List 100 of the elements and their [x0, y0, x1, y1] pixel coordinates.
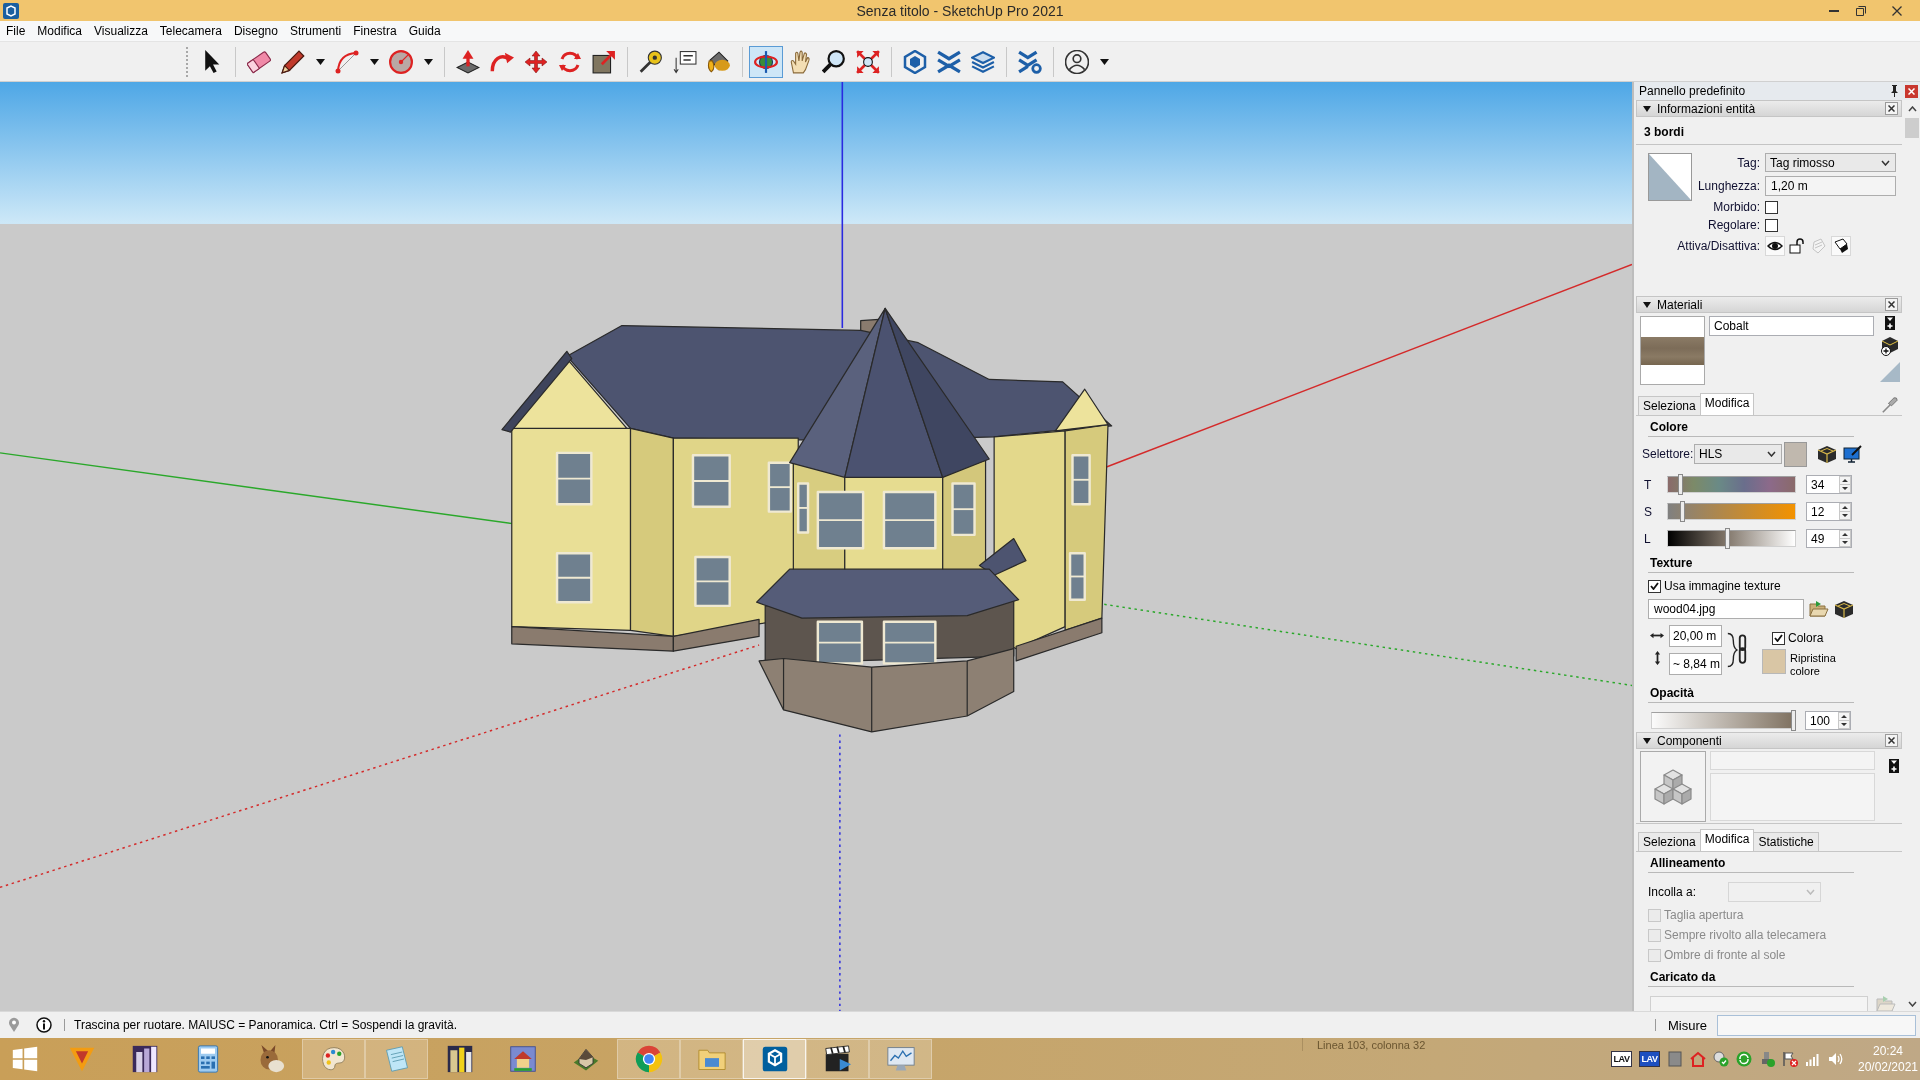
spinner-icon[interactable]: [1839, 530, 1851, 547]
bars-tile-icon: [445, 1045, 474, 1073]
number-field[interactable]: 49: [1806, 529, 1852, 548]
measurements-field[interactable]: [1717, 1014, 1916, 1036]
tray-logo[interactable]: LAV: [1639, 1051, 1660, 1067]
menu-item[interactable]: Strumenti: [283, 21, 348, 41]
menu-item[interactable]: Guida: [402, 21, 447, 41]
tab[interactable]: Seleziona: [1638, 832, 1701, 851]
taskbar-app[interactable]: [743, 1039, 806, 1079]
toggle-button[interactable]: [1765, 236, 1785, 256]
model-viewport[interactable]: [0, 82, 1632, 1011]
horizontal-arrows-icon: [1650, 632, 1664, 639]
color-slider[interactable]: [1667, 503, 1796, 520]
color-slider[interactable]: [1667, 530, 1796, 547]
tab[interactable]: Seleziona: [1638, 396, 1701, 415]
menu-item[interactable]: Modifica: [31, 21, 89, 41]
spinner-icon[interactable]: [1839, 476, 1851, 493]
material-preview: [1640, 316, 1705, 385]
number-field[interactable]: 34: [1806, 475, 1852, 494]
height-field[interactable]: ~ 8,84 m: [1669, 653, 1722, 675]
scroll-up-icon[interactable]: [1907, 106, 1917, 112]
location-pin-icon[interactable]: [8, 1017, 20, 1033]
box-icon[interactable]: [1817, 444, 1837, 464]
plug-check-icon[interactable]: [1759, 1051, 1775, 1067]
number-field[interactable]: 12: [1806, 502, 1852, 521]
checkbox[interactable]: [1648, 579, 1661, 593]
pin-icon[interactable]: [1890, 85, 1899, 97]
tricolor-circle-icon: [634, 1045, 663, 1073]
channel-label: L: [1643, 531, 1652, 546]
toggle-button[interactable]: [1787, 236, 1807, 256]
section-header[interactable]: Materiali: [1636, 296, 1902, 313]
expand-triangle-icon[interactable]: [1643, 105, 1651, 112]
texture-file-field[interactable]: wood04.jpg: [1648, 599, 1804, 619]
channel-label: S: [1643, 504, 1653, 519]
box-icon[interactable]: [1834, 599, 1854, 619]
section-header[interactable]: Informazioni entità: [1636, 100, 1902, 117]
app-icon: [3, 2, 19, 19]
tiles-icon: [12, 1046, 38, 1072]
tray-logo[interactable]: LAV: [1611, 1051, 1632, 1067]
section-header[interactable]: Componenti: [1636, 732, 1902, 749]
close-button[interactable]: [1885, 102, 1898, 115]
monitor-eyedropper-icon[interactable]: [1843, 444, 1863, 464]
monitor-chart-icon: [886, 1045, 915, 1073]
eyedropper-icon[interactable]: [1882, 396, 1898, 413]
section-title: Texture: [1648, 556, 1854, 573]
tab[interactable]: Modifica: [1699, 829, 1755, 851]
checkbox[interactable]: [1765, 218, 1778, 232]
description-field[interactable]: [1710, 773, 1875, 821]
flag-icon[interactable]: [1782, 1051, 1798, 1067]
arrow-plus-icon[interactable]: [1889, 759, 1899, 773]
measurements-label: Misure: [1668, 1017, 1707, 1033]
number-field[interactable]: 100: [1805, 711, 1851, 730]
spinner-icon[interactable]: [1838, 712, 1850, 729]
menu-item[interactable]: Disegno: [227, 21, 284, 41]
bars-tile-icon: [130, 1045, 159, 1073]
slider-thumb[interactable]: [1677, 474, 1683, 495]
menu-item[interactable]: Visualizza: [88, 21, 154, 41]
color-slider[interactable]: [1667, 476, 1796, 493]
box-plus-icon[interactable]: [1880, 336, 1900, 356]
material-name-field[interactable]: Cobalt: [1709, 316, 1874, 336]
component-name-field[interactable]: [1710, 751, 1875, 770]
hand-icon: [788, 49, 812, 74]
checkbox[interactable]: [1772, 631, 1785, 645]
taskbar-app[interactable]: [806, 1039, 869, 1079]
slider-thumb[interactable]: [1724, 528, 1730, 549]
tab[interactable]: Modifica: [1699, 393, 1755, 415]
brace-chain-icon[interactable]: [1726, 631, 1748, 669]
folder-icon[interactable]: [1809, 600, 1829, 618]
caret-icon: [1881, 159, 1890, 166]
menu-item[interactable]: File: [0, 21, 32, 41]
close-button[interactable]: [1885, 298, 1898, 311]
length-field[interactable]: 1,20 m: [1765, 176, 1896, 196]
scroll-thumb[interactable]: [1905, 118, 1919, 138]
opacity-slider[interactable]: [1651, 712, 1795, 729]
info-icon[interactable]: [36, 1017, 52, 1033]
circle-icon: [389, 49, 413, 74]
tab[interactable]: Statistiche: [1753, 832, 1819, 851]
close-button[interactable]: [1905, 84, 1918, 98]
spinner-icon[interactable]: [1839, 503, 1851, 520]
path-field[interactable]: [1650, 996, 1868, 1011]
slider-thumb[interactable]: [1791, 710, 1796, 731]
picker-dropdown[interactable]: HLS: [1694, 444, 1782, 464]
color-swatch-icon[interactable]: [1762, 649, 1786, 674]
expand-triangle-icon[interactable]: [1643, 737, 1651, 744]
tag-dropdown[interactable]: Tag rimosso: [1765, 153, 1896, 172]
arc-icon: [335, 49, 359, 74]
menu-item[interactable]: Telecamera: [153, 21, 228, 41]
expand-triangle-icon[interactable]: [1643, 301, 1651, 308]
refresh-icon[interactable]: [1736, 1051, 1752, 1067]
field-label: Incolla a:: [1648, 885, 1698, 899]
width-field[interactable]: 20,00 m: [1669, 625, 1722, 647]
check-badge-icon[interactable]: [1713, 1051, 1729, 1067]
toggle-button[interactable]: [1831, 236, 1851, 256]
slider-thumb[interactable]: [1680, 501, 1686, 522]
menu-item[interactable]: Finestra: [347, 21, 403, 41]
paint-bucket-icon: [707, 49, 731, 74]
arrow-plus-icon[interactable]: [1885, 316, 1895, 330]
scroll-down-icon[interactable]: [1907, 1001, 1917, 1007]
close-button[interactable]: [1885, 734, 1898, 747]
checkbox[interactable]: [1765, 200, 1778, 214]
